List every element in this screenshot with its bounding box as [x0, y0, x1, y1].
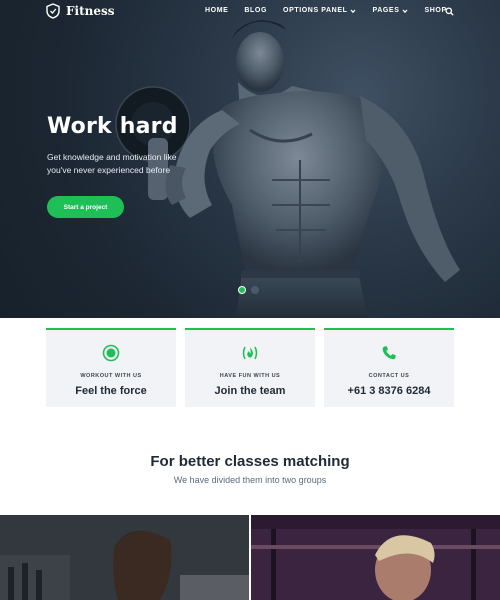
group-image-men[interactable] [251, 515, 500, 600]
logo[interactable]: Fitness [46, 3, 115, 19]
nav-item-label: OPTIONS PANEL [283, 7, 348, 14]
feature-card-fun[interactable]: HAVE FUN WITH US Join the team [185, 328, 315, 407]
logo-text: Fitness [66, 4, 115, 18]
group-image-women[interactable] [0, 515, 249, 600]
nav-links: HOME BLOG OPTIONS PANEL PAGES SHOP [205, 7, 447, 14]
card-label: WORKOUT WITH US [80, 373, 142, 379]
card-title: +61 3 8376 6284 [347, 385, 431, 397]
hero-title: Work hard [47, 114, 178, 139]
hero-section: Fitness HOME BLOG OPTIONS PANEL PAGES SH… [0, 0, 500, 318]
nav-item-options-panel[interactable]: OPTIONS PANEL [283, 7, 356, 14]
feature-cards: WORKOUT WITH US Feel the force HAVE FUN … [46, 328, 454, 408]
card-title: Join the team [214, 385, 286, 397]
nav-item-pages[interactable]: PAGES [372, 7, 408, 14]
start-project-button[interactable]: Start a project [47, 196, 124, 218]
woman-training-image [0, 515, 249, 600]
chevron-down-icon [403, 9, 408, 13]
flame-icon [242, 346, 258, 360]
class-groups-gallery [0, 515, 500, 600]
feature-card-contact[interactable]: CONTACT US +61 3 8376 6284 [324, 328, 454, 407]
nav-item-home[interactable]: HOME [205, 7, 228, 14]
nav-item-label: PAGES [372, 7, 400, 14]
nav-item-label: SHOP [424, 7, 447, 14]
man-training-image [251, 515, 500, 600]
nav-item-shop[interactable]: SHOP [424, 7, 446, 14]
feature-card-workout[interactable]: WORKOUT WITH US Feel the force [46, 328, 176, 407]
nav-item-blog[interactable]: BLOG [244, 7, 267, 14]
section-title: For better classes matching [150, 453, 350, 470]
top-navbar: Fitness HOME BLOG OPTIONS PANEL PAGES SH… [0, 0, 500, 26]
slider-dot-active[interactable] [238, 286, 246, 294]
card-label: CONTACT US [368, 373, 410, 379]
card-label: HAVE FUN WITH US [219, 373, 281, 379]
nav-item-label: BLOG [244, 7, 268, 14]
target-icon [102, 344, 120, 362]
section-subtitle: We have divided them into two groups [173, 475, 327, 485]
card-title: Feel the force [75, 385, 147, 397]
phone-icon [382, 346, 396, 360]
shield-icon [46, 3, 60, 19]
nav-item-label: HOME [205, 7, 229, 14]
hero-subtitle: Get knowledge and motivation like you've… [47, 152, 177, 175]
slider-dot[interactable] [251, 286, 259, 294]
search-icon[interactable] [445, 7, 454, 16]
chevron-down-icon [351, 9, 356, 13]
slider-dots [238, 286, 259, 294]
